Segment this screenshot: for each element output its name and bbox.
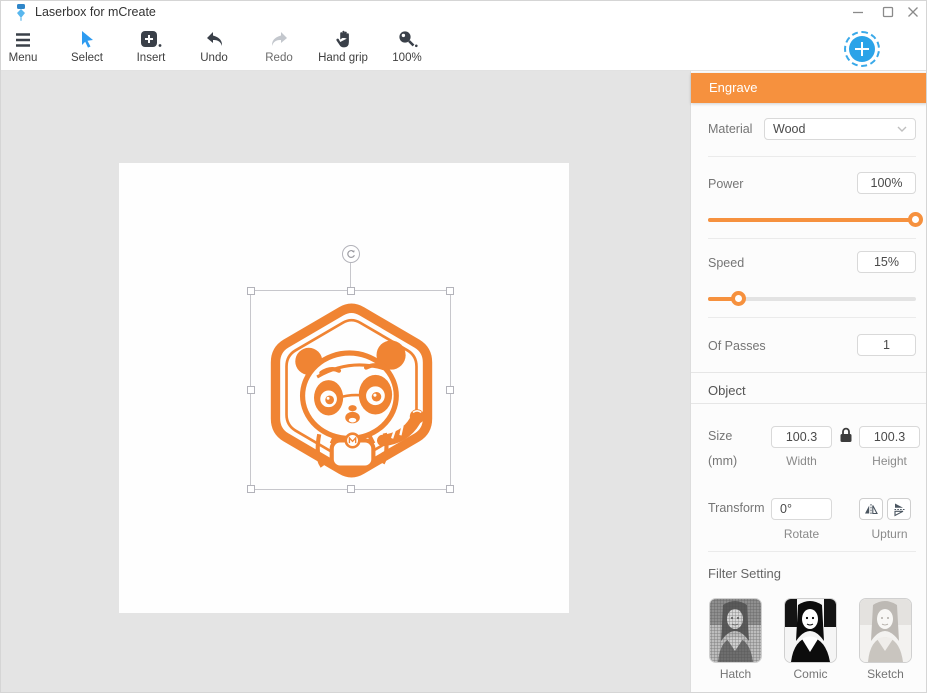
divider <box>691 372 926 373</box>
window-title: Laserbox for mCreate <box>35 5 156 19</box>
divider <box>708 317 916 318</box>
comic-preview-image <box>785 599 836 662</box>
rotate-caption: Rotate <box>783 527 820 541</box>
engrave-tab[interactable]: Engrave <box>691 73 926 103</box>
power-input[interactable]: 100% <box>857 172 916 194</box>
lock-aspect-icon[interactable] <box>839 427 853 443</box>
add-device-button[interactable] <box>844 31 880 67</box>
rotate-input[interactable]: 0° <box>771 498 832 520</box>
material-label: Material <box>708 122 753 136</box>
divider <box>691 403 926 404</box>
close-icon <box>908 7 918 17</box>
selection-box[interactable] <box>247 245 454 493</box>
hatch-label: Hatch <box>719 667 752 681</box>
chevron-down-icon <box>897 126 907 132</box>
height-input[interactable]: 100.3 <box>859 426 920 448</box>
close-button[interactable] <box>901 2 925 22</box>
speed-label: Speed <box>708 256 745 270</box>
magnifier-icon <box>398 31 418 48</box>
width-input[interactable]: 100.3 <box>771 426 832 448</box>
passes-label: Of Passes <box>708 339 766 353</box>
flip-horizontal-icon <box>865 503 878 515</box>
maximize-icon <box>882 6 894 18</box>
speed-input[interactable]: 15% <box>857 251 916 273</box>
hamburger-menu-icon <box>16 33 30 47</box>
transform-label: Transform <box>708 501 765 515</box>
speed-slider[interactable] <box>708 291 916 306</box>
resize-handle-bottom-left[interactable] <box>247 485 255 493</box>
object-section-title: Object <box>708 383 746 398</box>
title-bar: Laserbox for mCreate <box>1 1 926 23</box>
rotate-icon <box>346 249 355 258</box>
filter-hatch-button[interactable] <box>709 598 762 663</box>
zoom-level-button[interactable]: 100% <box>365 28 449 64</box>
filter-comic-button[interactable] <box>784 598 837 663</box>
comic-label: Comic <box>793 667 828 681</box>
app-window: Laserbox for mCreate Menu Select Insert … <box>0 0 927 693</box>
rotate-handle[interactable] <box>341 245 360 263</box>
size-unit-label: (mm) <box>708 454 738 468</box>
power-slider-handle[interactable] <box>908 212 923 227</box>
engrave-panel: Engrave Material Wood Power 100% Speed 1… <box>690 71 926 692</box>
size-label: Size <box>708 429 733 443</box>
power-slider[interactable] <box>708 212 923 227</box>
sketch-preview-image <box>860 599 911 662</box>
resize-handle-middle-right[interactable] <box>446 386 454 394</box>
filter-setting-title: Filter Setting <box>708 566 781 581</box>
width-caption: Width <box>786 454 817 468</box>
zoom-level-label: 100% <box>392 52 422 64</box>
resize-handle-top-left[interactable] <box>247 287 255 295</box>
resize-handle-top-middle[interactable] <box>346 287 355 295</box>
app-logo-icon <box>17 4 25 21</box>
material-dropdown[interactable]: Wood <box>764 118 916 140</box>
filter-sketch-button[interactable] <box>859 598 912 663</box>
insert-plus-icon <box>141 31 162 47</box>
divider <box>708 238 916 239</box>
divider <box>708 551 916 552</box>
height-caption: Height <box>872 454 907 468</box>
redo-arrow-icon <box>271 32 287 46</box>
resize-handle-middle-left[interactable] <box>247 386 255 394</box>
minimize-button[interactable] <box>846 2 870 22</box>
upturn-caption: Upturn <box>871 527 908 541</box>
divider <box>708 156 916 157</box>
minimize-icon <box>853 11 863 14</box>
flip-horizontal-button[interactable] <box>859 498 883 520</box>
sketch-label: Sketch <box>867 667 904 681</box>
flip-vertical-button[interactable] <box>887 498 911 520</box>
resize-handle-top-right[interactable] <box>446 287 454 295</box>
power-slider-fill <box>708 218 916 222</box>
cursor-select-icon <box>81 31 93 48</box>
material-value: Wood <box>773 122 806 136</box>
speed-slider-handle[interactable] <box>731 291 747 306</box>
hand-grip-icon <box>335 30 349 48</box>
panda-logo-artwork[interactable] <box>263 302 440 479</box>
maximize-button[interactable] <box>876 2 900 22</box>
flip-vertical-icon <box>893 503 905 516</box>
toolbar: Menu Select Insert Undo Redo Hand grip 1… <box>1 23 926 71</box>
canvas-area[interactable] <box>1 71 690 692</box>
plus-icon <box>849 36 875 62</box>
undo-arrow-icon <box>206 32 222 46</box>
power-label: Power <box>708 177 744 191</box>
hatch-preview-image <box>710 599 761 662</box>
resize-handle-bottom-right[interactable] <box>446 485 454 493</box>
passes-input[interactable]: 1 <box>857 334 916 356</box>
resize-handle-bottom-middle[interactable] <box>346 485 355 493</box>
